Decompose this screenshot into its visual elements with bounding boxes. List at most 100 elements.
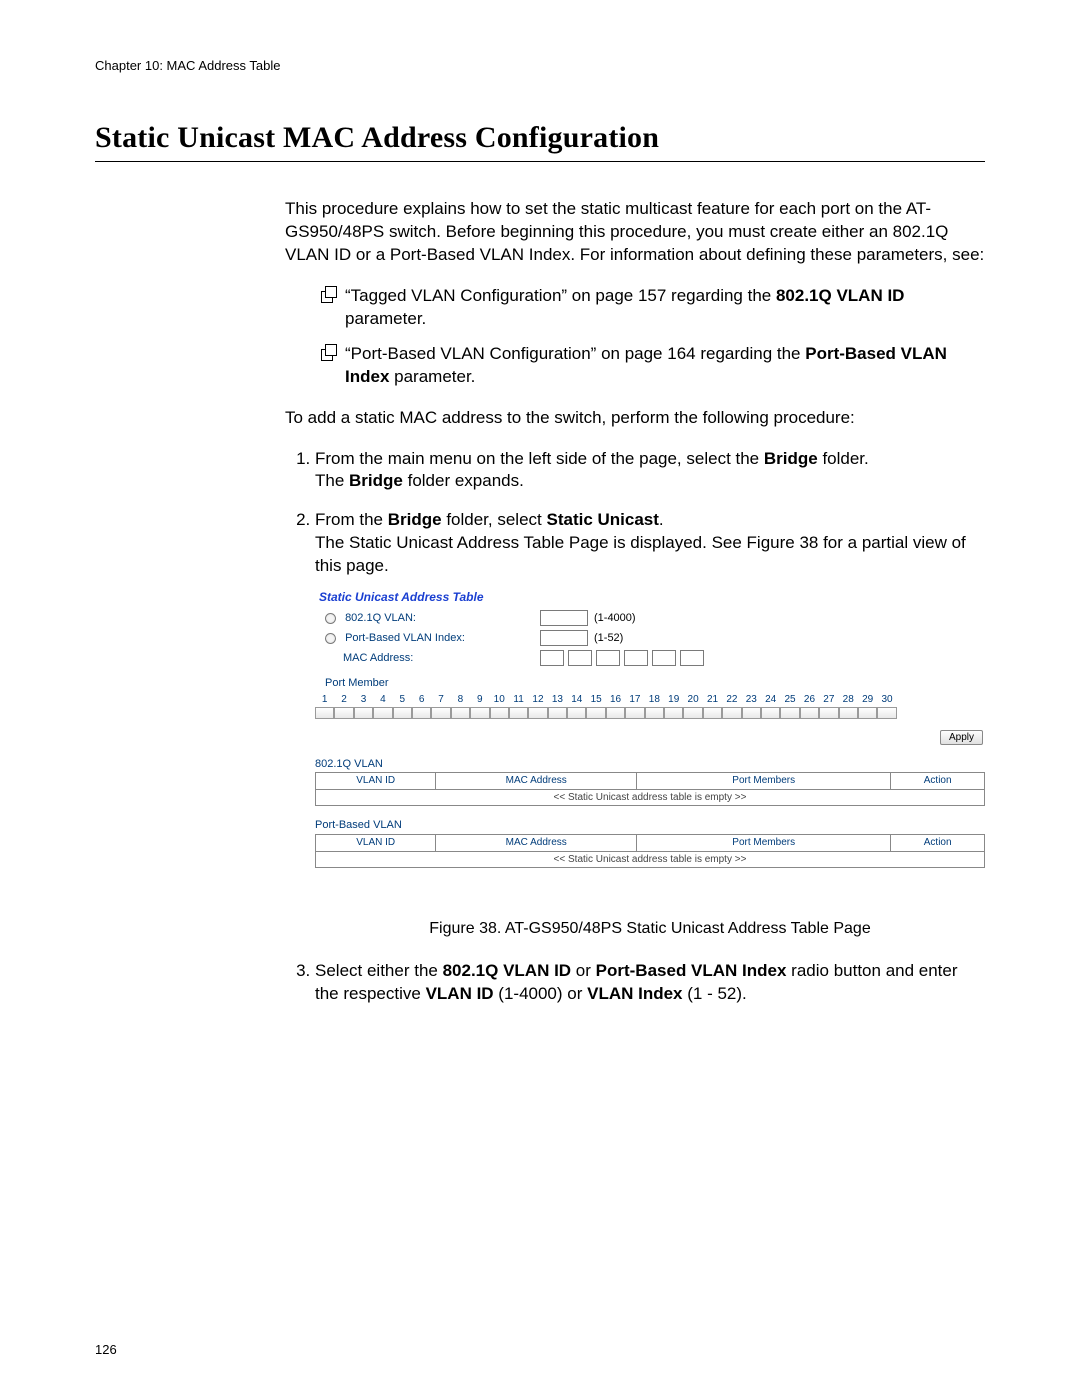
section-title: Static Unicast MAC Address Configuration — [95, 121, 985, 155]
th-port-members: Port Members — [637, 773, 891, 790]
mac-octet-6[interactable] — [680, 650, 704, 666]
port-checkbox[interactable] — [858, 707, 877, 719]
port-checkbox[interactable] — [451, 707, 470, 719]
table-row: VLAN ID MAC Address Port Members Action — [316, 835, 985, 852]
text: 802.1Q VLAN: — [345, 612, 416, 624]
bullet-item-1: “Tagged VLAN Configuration” on page 157 … — [321, 285, 985, 331]
port-member-grid: 1234567891011121314151617181920212223242… — [315, 693, 985, 723]
empty-row: << Static Unicast address table is empty… — [316, 851, 985, 868]
port-checkbox[interactable] — [470, 707, 489, 719]
port-checkbox[interactable] — [354, 707, 373, 719]
port-checkbox-cell — [528, 707, 547, 724]
port-number: 18 — [645, 693, 664, 707]
radio-portbased-vlan[interactable] — [325, 633, 336, 644]
port-checkbox-cell — [858, 707, 877, 724]
radio-8021q-vlan[interactable] — [325, 613, 336, 624]
row-mac-address: MAC Address: — [315, 648, 985, 668]
bold-text: Bridge — [388, 510, 442, 529]
port-checkbox[interactable] — [645, 707, 664, 719]
port-checkbox[interactable] — [606, 707, 625, 719]
mac-octet-1[interactable] — [540, 650, 564, 666]
port-number: 6 — [412, 693, 431, 707]
port-checkbox[interactable] — [683, 707, 702, 719]
port-checkbox[interactable] — [703, 707, 722, 719]
port-checkbox[interactable] — [567, 707, 586, 719]
port-number: 20 — [683, 693, 702, 707]
port-number: 26 — [800, 693, 819, 707]
port-checkbox[interactable] — [393, 707, 412, 719]
port-checkbox[interactable] — [742, 707, 761, 719]
port-number: 11 — [509, 693, 528, 707]
text: “Tagged VLAN Configuration” on page 157 … — [345, 286, 776, 305]
numbered-steps: From the main menu on the left side of t… — [285, 448, 985, 1006]
port-checkbox-cell — [548, 707, 567, 724]
port-checkbox[interactable] — [877, 707, 896, 719]
port-number: 21 — [703, 693, 722, 707]
text: parameter. — [345, 309, 426, 328]
port-number: 24 — [761, 693, 780, 707]
mac-octet-3[interactable] — [596, 650, 620, 666]
port-number: 2 — [334, 693, 353, 707]
port-checkbox[interactable] — [625, 707, 644, 719]
port-checkbox[interactable] — [431, 707, 450, 719]
text: folder expands. — [403, 471, 524, 490]
mac-octet-2[interactable] — [568, 650, 592, 666]
port-checkbox-cell — [393, 707, 412, 724]
port-checkbox-cell — [315, 707, 334, 724]
intro-paragraph: This procedure explains how to set the s… — [285, 198, 985, 267]
bold-text: 802.1Q VLAN ID — [776, 286, 905, 305]
port-checkbox[interactable] — [664, 707, 683, 719]
lead-paragraph-2: To add a static MAC address to the switc… — [285, 407, 985, 430]
input-portbased-vlan[interactable] — [540, 630, 588, 646]
port-number: 9 — [470, 693, 489, 707]
port-checkbox[interactable] — [509, 707, 528, 719]
port-checkbox-cell — [742, 707, 761, 724]
port-checkbox[interactable] — [528, 707, 547, 719]
label-portbased-vlan: Port-Based VLAN Index: — [325, 631, 540, 646]
step-1: From the main menu on the left side of t… — [315, 448, 985, 494]
port-number: 7 — [431, 693, 450, 707]
label-port-member: Port Member — [315, 676, 985, 691]
input-8021q-vlan[interactable] — [540, 610, 588, 626]
range-8021q: (1-4000) — [594, 611, 636, 626]
port-number: 3 — [354, 693, 373, 707]
port-checkbox-cell — [606, 707, 625, 724]
th-mac-address: MAC Address — [436, 773, 637, 790]
row-8021q-vlan: 802.1Q VLAN: (1-4000) — [315, 608, 985, 628]
port-checkbox-cell — [412, 707, 431, 724]
table-row: << Static Unicast address table is empty… — [316, 851, 985, 868]
row-portbased-vlan: Port-Based VLAN Index: (1-52) — [315, 628, 985, 648]
section-8021q-vlan-title: 802.1Q VLAN — [315, 757, 985, 772]
text: Port-Based VLAN Index: — [345, 632, 465, 644]
text: From the — [315, 510, 388, 529]
manual-page: Chapter 10: MAC Address Table Static Uni… — [0, 0, 1080, 1397]
port-checkbox[interactable] — [839, 707, 858, 719]
port-checkbox[interactable] — [373, 707, 392, 719]
text: or — [571, 961, 596, 980]
port-checkbox[interactable] — [412, 707, 431, 719]
port-checkbox-cell — [586, 707, 605, 724]
port-checkbox[interactable] — [548, 707, 567, 719]
mac-octet-4[interactable] — [624, 650, 648, 666]
port-checkbox[interactable] — [586, 707, 605, 719]
port-checkbox[interactable] — [490, 707, 509, 719]
bold-text: VLAN ID — [426, 984, 494, 1003]
port-checkbox-cell — [800, 707, 819, 724]
port-checkbox[interactable] — [315, 707, 334, 719]
panel-title: Static Unicast Address Table — [315, 586, 985, 608]
port-number: 29 — [858, 693, 877, 707]
port-checkbox[interactable] — [780, 707, 799, 719]
apply-button[interactable]: Apply — [940, 730, 983, 745]
port-checkbox-cell — [780, 707, 799, 724]
port-checkbox[interactable] — [800, 707, 819, 719]
port-checkbox[interactable] — [334, 707, 353, 719]
port-checkbox-cell — [839, 707, 858, 724]
port-checkbox[interactable] — [819, 707, 838, 719]
port-checkbox[interactable] — [761, 707, 780, 719]
mac-octet-5[interactable] — [652, 650, 676, 666]
port-checkbox[interactable] — [722, 707, 741, 719]
range-portbased: (1-52) — [594, 631, 623, 646]
text: parameter. — [389, 367, 475, 386]
port-checkbox-cell — [722, 707, 741, 724]
port-checkbox-cell — [645, 707, 664, 724]
